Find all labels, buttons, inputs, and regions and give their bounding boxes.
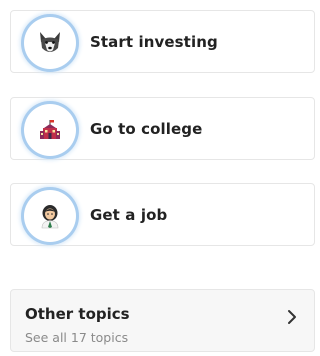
topic-label: Go to college bbox=[90, 119, 203, 138]
other-topics-title: Other topics bbox=[25, 305, 130, 323]
topic-card-start-investing[interactable]: Start investing bbox=[10, 10, 315, 73]
worker-icon bbox=[24, 190, 76, 242]
topic-card-get-a-job[interactable]: Get a job bbox=[10, 183, 315, 246]
school-icon bbox=[24, 104, 76, 156]
wolf-icon bbox=[24, 17, 76, 69]
other-topics-subtitle: See all 17 topics bbox=[25, 330, 129, 345]
chevron-right-icon bbox=[286, 309, 298, 325]
other-topics-button[interactable]: Other topics See all 17 topics bbox=[10, 289, 315, 352]
topic-label: Start investing bbox=[90, 32, 218, 51]
topic-label: Get a job bbox=[90, 205, 168, 224]
topics-panel: Start investing Go to college Get a job … bbox=[0, 0, 318, 356]
topic-card-go-to-college[interactable]: Go to college bbox=[10, 97, 315, 160]
